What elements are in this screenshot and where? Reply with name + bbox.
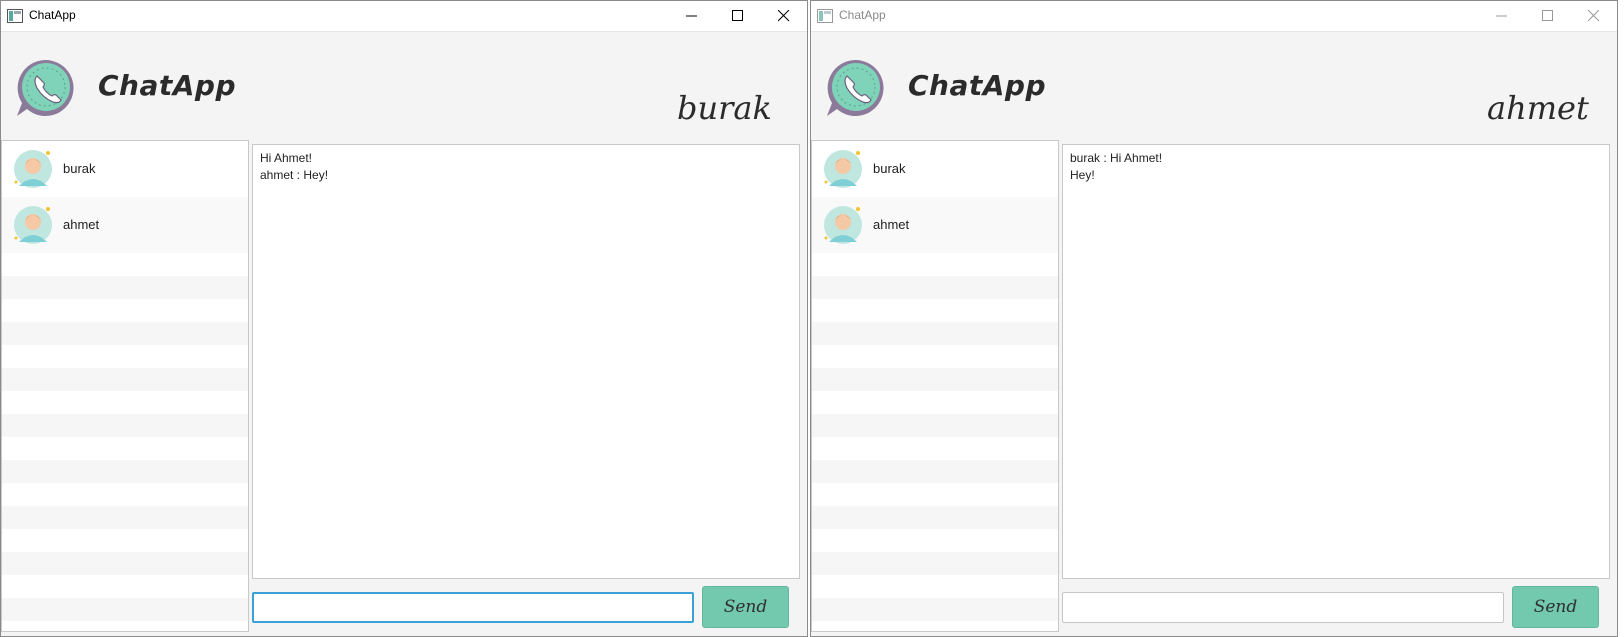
- user-avatar-icon: [824, 206, 862, 244]
- empty-list-row: [812, 299, 1058, 322]
- app-title: ChatApp: [908, 69, 1047, 102]
- user-list-item[interactable]: ahmet: [812, 197, 1058, 253]
- title-bar[interactable]: ChatApp: [1, 1, 807, 32]
- user-list-label: ahmet: [63, 217, 100, 232]
- user-avatar-icon: [824, 150, 862, 188]
- maximize-button[interactable]: [1525, 1, 1571, 31]
- title-bar[interactable]: ChatApp: [811, 1, 1617, 32]
- empty-list-row: [2, 322, 248, 345]
- user-list[interactable]: burak ahmet: [811, 140, 1059, 632]
- empty-list-row: [812, 506, 1058, 529]
- empty-list-row: [2, 506, 248, 529]
- send-button[interactable]: Send: [1512, 586, 1599, 628]
- minimize-icon: [686, 15, 697, 17]
- app-window-icon: [817, 9, 833, 23]
- whatsapp-phone-logo: [827, 59, 884, 116]
- empty-list-row: [2, 299, 248, 322]
- chat-history[interactable]: burak : Hi Ahmet! Hey!: [1062, 144, 1610, 579]
- empty-list-row: [2, 345, 248, 368]
- chat-window-burak: ChatApp ChatApp burak burak ahmet Hi Ahm…: [0, 0, 808, 637]
- empty-list-row: [812, 414, 1058, 437]
- maximize-icon: [732, 10, 743, 21]
- chat-message: ahmet : Hey!: [260, 168, 329, 182]
- chat-message: burak : Hi Ahmet!: [1070, 151, 1163, 165]
- whatsapp-phone-logo: [17, 59, 74, 116]
- empty-list-row: [812, 322, 1058, 345]
- empty-list-row: [2, 391, 248, 414]
- maximize-icon: [1542, 10, 1553, 21]
- user-list-item[interactable]: burak: [2, 141, 248, 197]
- empty-list-row: [2, 253, 248, 276]
- minimize-icon: [1496, 15, 1507, 17]
- maximize-button[interactable]: [715, 1, 761, 31]
- message-input[interactable]: [1062, 592, 1504, 623]
- empty-list-row: [2, 437, 248, 460]
- empty-list-row: [2, 552, 248, 575]
- empty-list-row: [2, 483, 248, 506]
- send-button[interactable]: Send: [702, 586, 789, 628]
- window-title: ChatApp: [839, 8, 886, 22]
- minimize-button[interactable]: [669, 1, 715, 31]
- app-window-icon: [7, 9, 23, 23]
- user-list-label: ahmet: [873, 217, 910, 232]
- chat-window-ahmet: ChatApp ChatApp ahmet burak ahmet burak …: [810, 0, 1618, 637]
- message-input[interactable]: [252, 592, 694, 623]
- user-list[interactable]: burak ahmet: [1, 140, 249, 632]
- empty-list-row: [2, 414, 248, 437]
- user-list-item[interactable]: burak: [812, 141, 1058, 197]
- close-icon: [1588, 10, 1600, 22]
- chat-message: Hey!: [1070, 168, 1095, 182]
- empty-list-row: [2, 460, 248, 483]
- empty-list-row: [812, 552, 1058, 575]
- empty-list-row: [812, 529, 1058, 552]
- user-avatar-icon: [14, 150, 52, 188]
- empty-list-row: [812, 598, 1058, 621]
- empty-list-row: [812, 483, 1058, 506]
- empty-list-row: [812, 253, 1058, 276]
- empty-list-row: [2, 598, 248, 621]
- current-user-name: burak: [677, 89, 772, 127]
- empty-list-row: [812, 276, 1058, 299]
- empty-list-row: [812, 345, 1058, 368]
- close-icon: [778, 10, 790, 22]
- user-list-label: burak: [873, 161, 906, 176]
- empty-list-row: [2, 276, 248, 299]
- user-list-label: burak: [63, 161, 96, 176]
- empty-list-row: [812, 368, 1058, 391]
- current-user-name: ahmet: [1487, 89, 1589, 127]
- chat-history[interactable]: Hi Ahmet! ahmet : Hey!: [252, 144, 800, 579]
- empty-list-row: [2, 368, 248, 391]
- chat-message: Hi Ahmet!: [260, 151, 313, 165]
- window-title: ChatApp: [29, 8, 76, 22]
- empty-list-row: [812, 575, 1058, 598]
- user-list-item[interactable]: ahmet: [2, 197, 248, 253]
- empty-list-row: [2, 529, 248, 552]
- empty-list-row: [812, 437, 1058, 460]
- user-avatar-icon: [14, 206, 52, 244]
- empty-list-row: [2, 575, 248, 598]
- close-button[interactable]: [761, 1, 807, 31]
- empty-list-row: [812, 391, 1058, 414]
- app-title: ChatApp: [98, 69, 237, 102]
- empty-list-row: [812, 460, 1058, 483]
- close-button[interactable]: [1571, 1, 1617, 31]
- minimize-button[interactable]: [1479, 1, 1525, 31]
